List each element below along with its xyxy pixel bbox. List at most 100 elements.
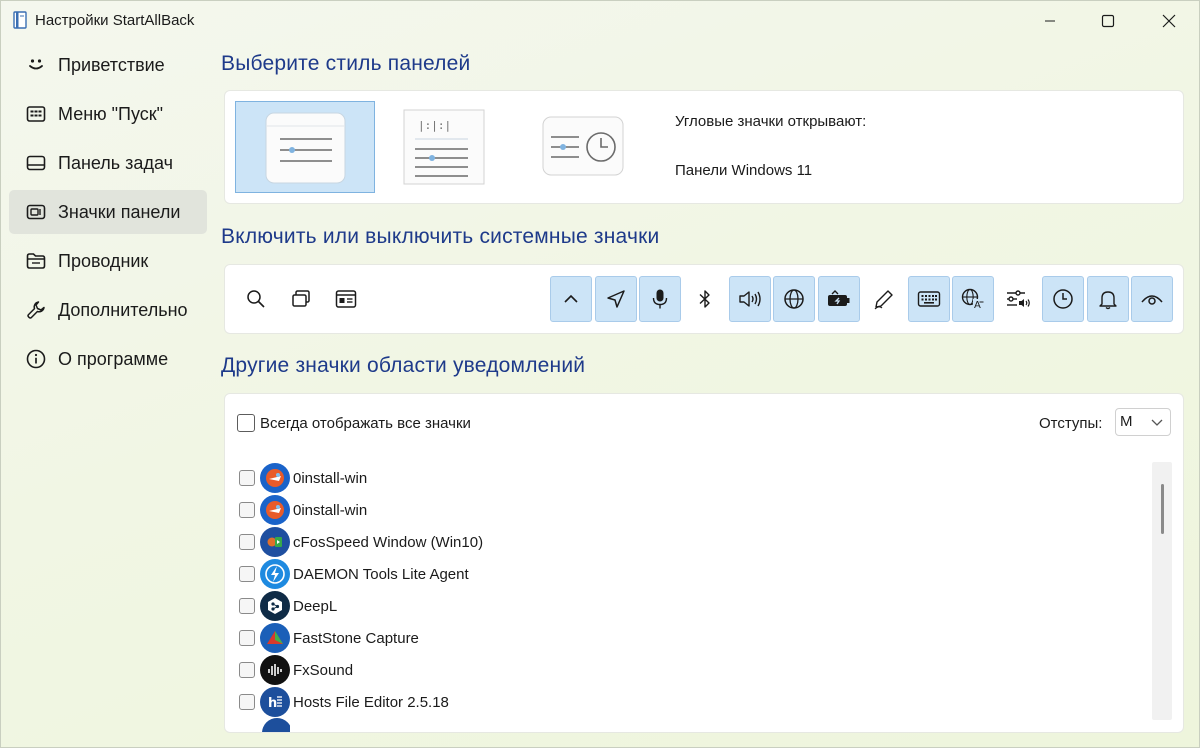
network-globe-icon <box>784 289 804 309</box>
toggle-audio-mixer-button[interactable] <box>997 276 1039 322</box>
panel-style-option-win11[interactable] <box>235 101 375 193</box>
volume-icon <box>739 291 761 307</box>
window-title: Настройки StartAllBack <box>35 12 195 29</box>
list-item[interactable]: cFosSpeed Window (Win10) <box>239 526 483 558</box>
list-item[interactable]: 0install-win <box>239 494 367 526</box>
toggle-notifications-button[interactable] <box>1087 276 1129 322</box>
tray-icons-icon <box>25 201 47 223</box>
list-item[interactable]: DAEMON Tools Lite Agent <box>239 558 469 590</box>
sidebar-item-about[interactable]: О программе <box>9 337 207 381</box>
list-item[interactable]: DeepL <box>239 590 337 622</box>
always-show-label: Всегда отображать все значки <box>260 414 471 432</box>
deepl-icon <box>260 591 290 621</box>
panel-style-option-classic[interactable] <box>535 109 627 183</box>
padding-select[interactable]: M <box>1115 408 1171 436</box>
bluetooth-icon <box>699 290 710 308</box>
toggle-microphone-button[interactable] <box>639 276 681 322</box>
list-item[interactable]: FxSound <box>239 654 353 686</box>
padding-select-value: M <box>1120 413 1133 430</box>
sidebar-item-label: Значки панели <box>58 201 181 222</box>
list-item[interactable]: h Hosts File Editor 2.5.18 <box>239 686 449 718</box>
padding-label: Отступы: <box>1039 415 1103 432</box>
panel-style-heading: Выберите стиль панелей <box>221 52 471 75</box>
other-icons-heading: Другие значки области уведомлений <box>221 354 586 377</box>
sidebar-item-explorer[interactable]: Проводник <box>9 239 207 283</box>
toggle-touch-keyboard-button[interactable] <box>908 276 950 322</box>
folder-icon <box>25 250 47 272</box>
settings-window: Настройки StartAllBack Приветствие Меню … <box>0 0 1200 748</box>
app-checkbox[interactable] <box>239 630 255 646</box>
toggle-volume-button[interactable] <box>729 276 771 322</box>
app-checkbox[interactable] <box>239 470 255 486</box>
system-icons-heading: Включить или выключить системные значки <box>221 225 660 248</box>
close-icon <box>1162 14 1176 28</box>
app-checkbox[interactable] <box>239 534 255 550</box>
sidebar-item-welcome[interactable]: Приветствие <box>9 43 207 87</box>
app-label: Hosts File Editor 2.5.18 <box>293 693 449 711</box>
toggle-network-button[interactable] <box>773 276 815 322</box>
zero-install-icon <box>260 463 290 493</box>
toggle-battery-button[interactable] <box>818 276 860 322</box>
sidebar-item-start-menu[interactable]: Меню "Пуск" <box>9 92 207 136</box>
sidebar-item-taskbar[interactable]: Панель задач <box>9 141 207 185</box>
chevron-up-icon <box>564 294 578 303</box>
sidebar-item-label: Панель задач <box>58 152 173 173</box>
panel-style-option-win10[interactable]: |:|:| <box>395 101 495 193</box>
toggle-visibility-button[interactable] <box>1131 276 1173 322</box>
maximize-button[interactable] <box>1085 1 1131 41</box>
cfosspeed-icon <box>260 527 290 557</box>
app-label: 0install-win <box>293 501 368 519</box>
list-item[interactable]: 0install-win <box>239 462 367 494</box>
classic-panel-preview-icon <box>542 116 624 176</box>
toggle-task-view-button[interactable] <box>280 276 322 322</box>
app-checkbox[interactable] <box>239 566 255 582</box>
zero-install-icon <box>260 495 290 525</box>
app-label: DAEMON Tools Lite Agent <box>293 565 469 583</box>
faststone-icon <box>260 623 290 653</box>
always-show-row: Всегда отображать все значки <box>237 414 471 432</box>
app-checkbox[interactable] <box>239 598 255 614</box>
sidebar-item-advanced[interactable]: Дополнительно <box>9 288 207 332</box>
app-label: cFosSpeed Window (Win10) <box>293 533 484 551</box>
toggle-search-button[interactable] <box>235 276 277 322</box>
toggle-clock-button[interactable] <box>1042 276 1084 322</box>
always-show-checkbox[interactable] <box>237 414 255 432</box>
pen-icon <box>874 290 893 310</box>
minimize-button[interactable] <box>1027 1 1073 41</box>
minimize-icon <box>1045 20 1055 22</box>
other-icons-card: Всегда отображать все значки Отступы: M … <box>224 393 1184 733</box>
toggle-location-button[interactable] <box>595 276 637 322</box>
app-label: 0install-win <box>293 469 368 487</box>
daemon-tools-icon <box>260 559 290 589</box>
microphone-icon <box>652 289 668 309</box>
win10-panel-preview-icon: |:|:| <box>403 109 485 185</box>
svg-text:|:|:|: |:|:| <box>418 119 451 132</box>
hosts-editor-icon: h <box>260 687 290 717</box>
list-item[interactable]: FastStone Capture <box>239 622 419 654</box>
corner-icons-value[interactable]: Панели Windows 11 <box>675 162 812 179</box>
app-checkbox[interactable] <box>239 694 255 710</box>
sidebar-item-label: Меню "Пуск" <box>58 103 164 124</box>
audio-mixer-icon <box>1007 290 1030 307</box>
sidebar-item-tray-icons[interactable]: Значки панели <box>9 190 207 234</box>
clock-icon <box>1053 289 1073 309</box>
toggle-widgets-button[interactable] <box>325 276 367 322</box>
panel-style-card: |:|:| Угловые значки открывают: Панели W… <box>224 90 1184 204</box>
toggle-input-language-button[interactable]: A <box>952 276 994 322</box>
maximize-icon <box>1101 14 1115 28</box>
sidebar-item-label: О программе <box>58 348 169 369</box>
app-checkbox[interactable] <box>239 662 255 678</box>
task-view-icon <box>292 290 310 307</box>
toggle-bluetooth-button[interactable] <box>684 276 726 322</box>
wrench-icon <box>25 299 47 321</box>
list-scrollbar[interactable] <box>1152 462 1172 720</box>
language-icon: A <box>961 288 984 310</box>
app-checkbox[interactable] <box>239 502 255 518</box>
toggle-pen-button[interactable] <box>863 276 905 322</box>
title-bar: Настройки StartAllBack <box>1 1 1199 41</box>
list-item-partial <box>262 718 290 732</box>
toggle-overflow-chevron-button[interactable] <box>550 276 592 322</box>
close-button[interactable] <box>1146 1 1192 41</box>
scrollbar-thumb[interactable] <box>1161 484 1164 534</box>
notification-bell-icon <box>1099 291 1117 310</box>
